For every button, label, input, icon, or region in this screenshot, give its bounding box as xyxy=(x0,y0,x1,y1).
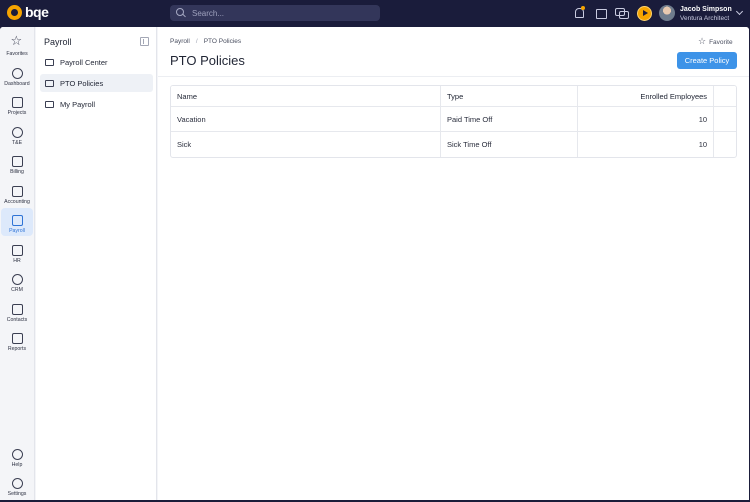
beach-icon xyxy=(45,79,54,87)
column-header-name[interactable]: Name xyxy=(171,86,441,106)
timer-play-icon[interactable] xyxy=(637,6,652,21)
rail-item-favorites[interactable]: Favorites xyxy=(1,31,33,59)
table-row[interactable]: Sick Sick Time Off 10 xyxy=(171,132,736,157)
gear-icon xyxy=(11,478,23,489)
money-icon xyxy=(45,100,54,108)
collapse-panel-icon[interactable] xyxy=(140,37,149,46)
cell-actions[interactable] xyxy=(714,132,736,157)
subnav-item-label: Payroll Center xyxy=(60,57,108,67)
rail-label: Favorites xyxy=(6,51,28,57)
rail-label: Payroll xyxy=(9,228,25,234)
module-rail: Favorites Dashboard Projects T&E Billing… xyxy=(0,27,35,500)
create-policy-button[interactable]: Create Policy xyxy=(677,52,737,69)
top-bar: bqe Jacob Simpson Ventura Architect xyxy=(0,0,750,27)
subnav-title: Payroll xyxy=(44,37,72,47)
calendar-icon[interactable] xyxy=(595,7,607,19)
cell-type: Paid Time Off xyxy=(441,107,578,131)
contact-card-icon xyxy=(11,304,23,315)
star-icon xyxy=(11,34,23,49)
rail-item-accounting[interactable]: Accounting xyxy=(1,179,33,207)
rail-label: Projects xyxy=(7,110,27,116)
payroll-icon xyxy=(11,215,23,226)
column-header-enrolled[interactable]: Enrolled Employees xyxy=(578,86,715,106)
rail-label: Contacts xyxy=(6,317,28,323)
rail-label: Accounting xyxy=(4,199,30,205)
favorite-button[interactable]: ☆ Favorite xyxy=(698,37,733,47)
rail-label: Dashboard xyxy=(4,81,30,87)
rail-label: CRM xyxy=(11,287,23,293)
payroll-subnav: Payroll Payroll Center PTO Policies My P… xyxy=(36,27,157,500)
cell-enrolled: 10 xyxy=(578,107,715,131)
calculator-icon xyxy=(11,186,23,197)
rail-item-dashboard[interactable]: Dashboard xyxy=(1,61,33,89)
rail-item-projects[interactable]: Projects xyxy=(1,90,33,118)
chat-icon[interactable] xyxy=(615,7,629,19)
rail-label: T&E xyxy=(11,140,23,146)
rail-item-hr[interactable]: HR xyxy=(1,238,33,266)
rail-label: HR xyxy=(13,258,21,264)
rail-item-contacts[interactable]: Contacts xyxy=(1,297,33,325)
page-title: PTO Policies xyxy=(170,53,245,68)
gauge-icon xyxy=(11,68,23,79)
clock-icon xyxy=(11,127,23,138)
person-badge-icon xyxy=(11,245,23,256)
search-icon xyxy=(176,8,186,18)
cell-actions[interactable] xyxy=(714,107,736,131)
main-content: Payroll / PTO Policies ☆ Favorite PTO Po… xyxy=(158,27,749,500)
breadcrumb-payroll[interactable]: Payroll xyxy=(170,38,190,45)
header-divider xyxy=(158,76,749,77)
rail-item-billing[interactable]: Billing xyxy=(1,149,33,177)
cell-name[interactable]: Vacation xyxy=(171,107,441,131)
bqe-logo-icon xyxy=(7,4,22,20)
rail-item-help[interactable]: Help xyxy=(1,442,33,470)
user-role: Ventura Architect xyxy=(680,15,730,22)
brand-name: bqe xyxy=(25,4,49,20)
subnav-item-payroll-center[interactable]: Payroll Center xyxy=(40,53,153,71)
breadcrumb-separator: / xyxy=(195,38,198,45)
rail-label: Settings xyxy=(7,491,27,497)
search-box[interactable] xyxy=(170,5,380,21)
favorite-label: Favorite xyxy=(709,38,733,46)
table-header-row: Name Type Enrolled Employees xyxy=(171,86,736,107)
table-row[interactable]: Vacation Paid Time Off 10 xyxy=(171,107,736,132)
chart-icon xyxy=(11,333,23,344)
invoice-icon xyxy=(11,156,23,167)
search-input[interactable] xyxy=(192,8,362,18)
subnav-item-label: My Payroll xyxy=(60,99,96,109)
cell-enrolled: 10 xyxy=(578,132,715,157)
rail-item-te[interactable]: T&E xyxy=(1,120,33,148)
app-container: Favorites Dashboard Projects T&E Billing… xyxy=(0,27,749,500)
user-avatar[interactable] xyxy=(659,5,675,21)
cell-type: Sick Time Off xyxy=(441,132,578,157)
network-icon xyxy=(11,274,23,285)
subnav-item-label: PTO Policies xyxy=(60,78,104,88)
rail-label: Reports xyxy=(7,346,27,352)
rail-item-settings[interactable]: Settings xyxy=(1,471,33,499)
rail-item-payroll[interactable]: Payroll xyxy=(1,208,33,236)
cell-name[interactable]: Sick xyxy=(171,132,441,157)
breadcrumb-current: PTO Policies xyxy=(203,38,242,45)
user-menu[interactable]: Jacob Simpson Ventura Architect xyxy=(680,5,732,23)
column-header-type[interactable]: Type xyxy=(441,86,578,106)
help-icon xyxy=(11,449,23,460)
pto-policies-table: Name Type Enrolled Employees Vacation Pa… xyxy=(170,85,737,158)
briefcase-icon xyxy=(11,97,23,108)
star-outline-icon: ☆ xyxy=(698,37,707,47)
rail-label: Billing xyxy=(10,169,24,175)
bqe-logo[interactable]: bqe xyxy=(7,4,49,20)
column-header-actions xyxy=(714,86,736,106)
rail-label: Help xyxy=(11,462,23,468)
user-name: Jacob Simpson xyxy=(680,6,732,13)
payroll-center-icon xyxy=(45,58,54,66)
rail-item-reports[interactable]: Reports xyxy=(1,326,33,354)
subnav-item-my-payroll[interactable]: My Payroll xyxy=(40,95,153,113)
bell-icon[interactable] xyxy=(573,6,585,19)
breadcrumb: Payroll / PTO Policies xyxy=(170,38,241,45)
subnav-item-pto-policies[interactable]: PTO Policies xyxy=(40,74,153,92)
rail-item-crm[interactable]: CRM xyxy=(1,267,33,295)
chevron-down-icon[interactable] xyxy=(735,7,744,16)
